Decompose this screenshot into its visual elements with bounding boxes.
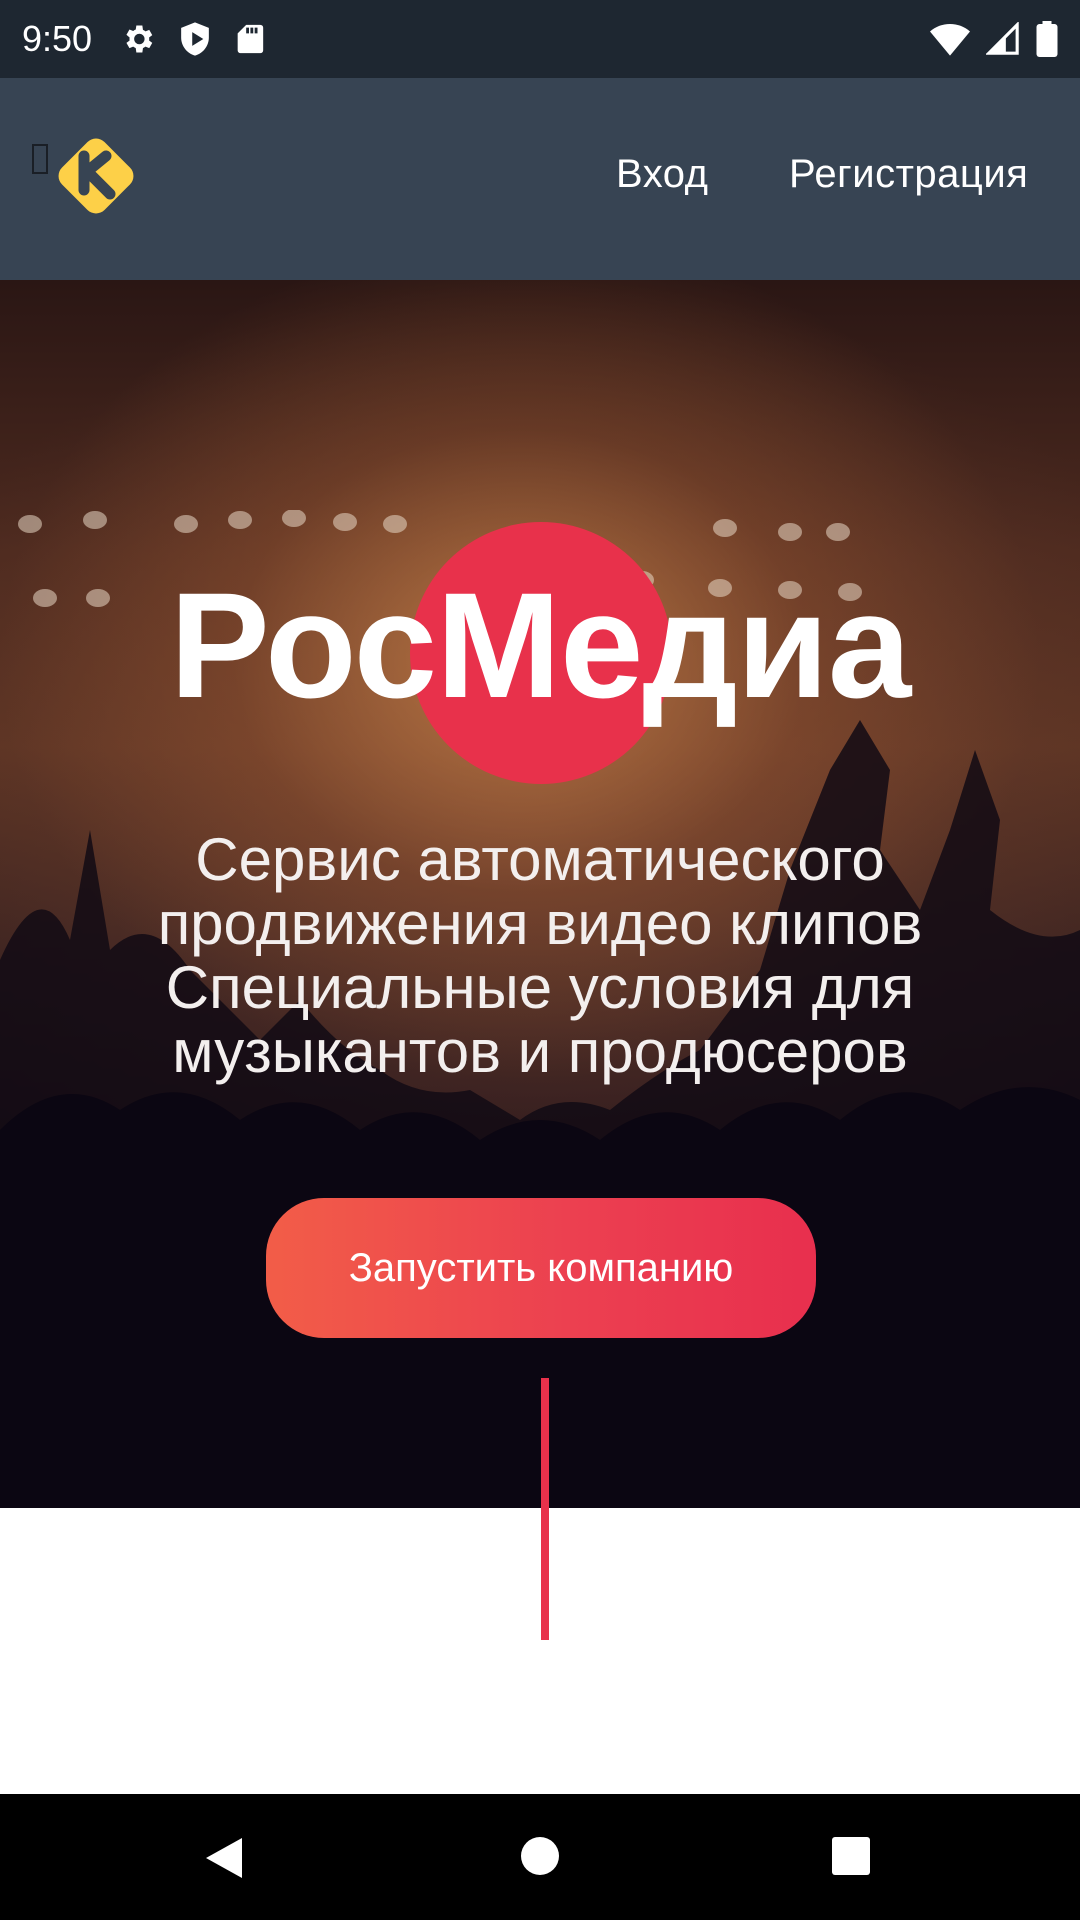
status-bar: 9:50: [0, 0, 1080, 78]
tagline-line: продвижения видео клипов: [157, 890, 923, 957]
site-header: Вход Регистрация: [0, 78, 1080, 280]
hero-section: РосМедиа Сервис автоматического продвиже…: [0, 280, 1080, 1508]
tagline-line: Специальные условия для: [165, 954, 915, 1021]
status-icons-right: [930, 21, 1058, 57]
logo-icon[interactable]: [44, 124, 148, 228]
home-icon[interactable]: [520, 1836, 560, 1876]
system-nav-bar: [0, 1794, 1080, 1920]
sd-card-icon: [234, 22, 264, 56]
tagline-line: музыкантов и продюсеров: [172, 1018, 908, 1085]
recent-apps-icon[interactable]: [831, 1836, 871, 1876]
settings-icon: [120, 21, 156, 57]
tagline-line: Сервис автоматического: [195, 826, 885, 893]
status-icons-left: [120, 21, 264, 57]
status-time: 9:50: [22, 18, 93, 59]
login-link[interactable]: Вход: [616, 152, 709, 197]
scroll-indicator-line: [541, 1378, 549, 1640]
brand-title: РосМедиа: [169, 561, 912, 729]
register-link[interactable]: Регистрация: [789, 152, 1028, 197]
shield-icon: [178, 21, 212, 57]
launch-campaign-button[interactable]: Запустить компанию: [266, 1198, 816, 1338]
back-icon[interactable]: [202, 1836, 246, 1880]
screen: 9:50 Вход Регистрация РосМедиа Сервис ав…: [0, 0, 1080, 1920]
battery-icon: [1036, 21, 1058, 57]
tagline: Сервис автоматического продвижения видео…: [60, 828, 1020, 1084]
wifi-icon: [930, 22, 970, 56]
signal-icon: [986, 22, 1020, 56]
